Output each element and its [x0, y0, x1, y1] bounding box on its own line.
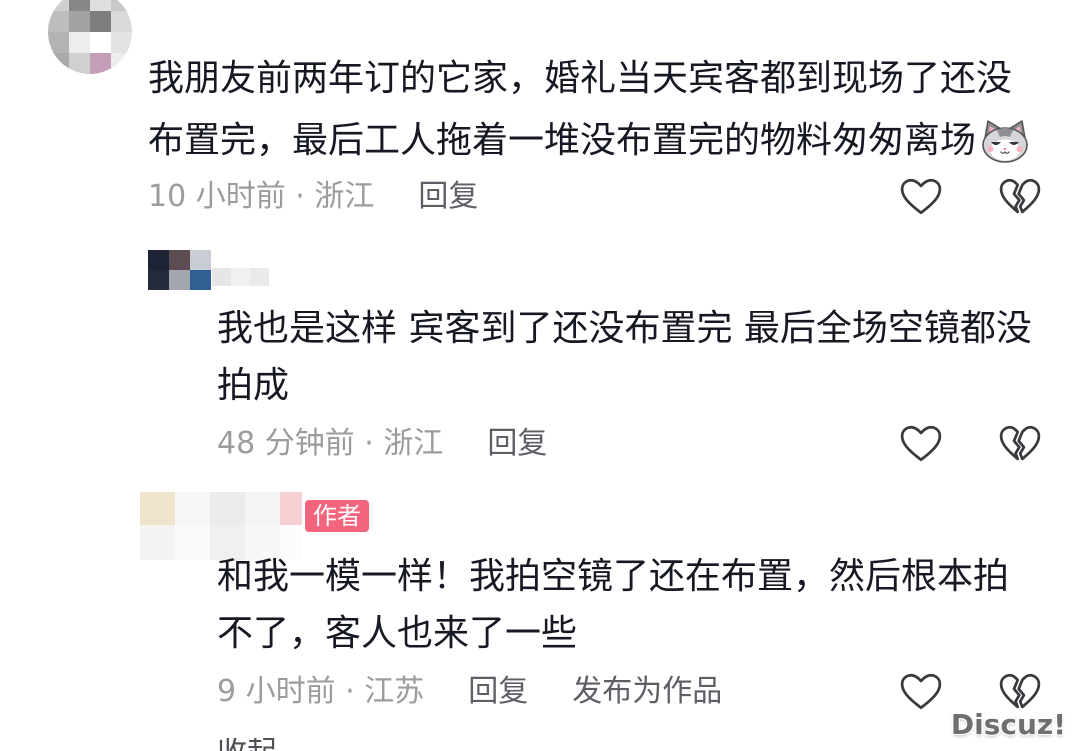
reply-text: 我也是这样 宾客到了还没布置完 最后全场空镜都没 [217, 308, 1032, 349]
mosaic-block [245, 525, 280, 560]
mosaic-block [48, 32, 69, 53]
broken-heart-right-half [1017, 425, 1041, 461]
mosaic-block [140, 492, 175, 525]
like-button[interactable] [900, 673, 942, 711]
mosaic-block [212, 268, 231, 286]
broken-heart-left-half [999, 425, 1021, 461]
mosaic-block [90, 53, 111, 74]
mosaic-block [190, 270, 211, 290]
cat-right-cheek [1016, 146, 1023, 152]
mosaic-block [69, 0, 90, 11]
cat-face-emoji-icon [980, 120, 1030, 163]
mosaic-block [190, 250, 211, 270]
mosaic-block [148, 270, 169, 290]
mosaic-block [231, 268, 250, 286]
heart-outline-icon [900, 178, 942, 215]
broken-heart-icon [999, 673, 1041, 709]
collapse-replies-button[interactable]: 收起 [217, 738, 277, 751]
heart-outline-path [900, 425, 942, 462]
mosaic-block [111, 0, 132, 11]
watermark: Discuz! [950, 708, 1066, 741]
mosaic-block [90, 32, 111, 53]
broken-heart-icon [999, 425, 1041, 461]
broken-heart-right-half [1017, 673, 1041, 709]
dislike-button[interactable] [999, 673, 1041, 711]
reply-text-line: 拍成 [217, 368, 289, 404]
mosaic-block [48, 53, 69, 74]
mosaic-block [69, 32, 90, 53]
mosaic-block [210, 525, 245, 560]
comment-text-line: 布置完，最后工人拖着一堆没布置完的物料匆匆离场 [148, 120, 1030, 163]
publish-as-work-button[interactable]: 发布为作品 [572, 674, 722, 710]
mosaic-block [90, 11, 111, 32]
broken-heart-left-half [999, 673, 1021, 709]
author-badge: 作者 [305, 500, 369, 532]
heart-outline-icon [900, 425, 942, 462]
reply-button[interactable]: 回复 [468, 674, 528, 710]
comment-text: 布置完，最后工人拖着一堆没布置完的物料匆匆离场 [148, 120, 977, 161]
mosaic-block [245, 492, 280, 525]
mosaic-block [111, 32, 132, 53]
mosaic-block [175, 525, 210, 560]
reply-meta-row: 48 分钟前 · 浙江 回复 [217, 426, 547, 462]
reply-meta: 48 分钟前 · 浙江 [217, 426, 444, 461]
mosaic-block [169, 250, 190, 270]
like-button[interactable] [900, 425, 942, 463]
author-avatar-and-name-blurred[interactable] [140, 492, 302, 560]
heart-outline-icon [900, 673, 942, 710]
comment-text: 我朋友前两年订的它家，婚礼当天宾客都到现场了还没 [148, 58, 1013, 99]
mosaic-block [111, 11, 132, 32]
mosaic-block [48, 0, 69, 11]
comment-meta-row: 10 小时前 · 浙江 回复 [148, 179, 478, 215]
mosaic-block [175, 492, 210, 525]
reply-avatar[interactable] [148, 250, 211, 290]
reply-button[interactable]: 回复 [487, 426, 547, 462]
reply-text-line: 我也是这样 宾客到了还没布置完 最后全场空镜都没 [217, 311, 1032, 347]
reply-text: 和我一模一样！我拍空镜了还在布置，然后根本拍 [217, 556, 1010, 597]
username-blurred[interactable] [212, 268, 269, 286]
mosaic-block [250, 268, 269, 286]
reply-text-line: 和我一模一样！我拍空镜了还在布置，然后根本拍 [217, 559, 1009, 595]
mosaic-block [69, 11, 90, 32]
mosaic-block [69, 53, 90, 74]
mosaic-block [90, 0, 111, 11]
mosaic-block [210, 492, 245, 525]
heart-outline-path [900, 178, 942, 215]
broken-heart-left-half [999, 178, 1021, 214]
broken-heart-icon [999, 178, 1041, 214]
reply-text: 不了，客人也来了一些 [217, 613, 578, 654]
mosaic-block [148, 250, 169, 270]
reply-text: 拍成 [217, 365, 290, 406]
like-button[interactable] [900, 178, 942, 216]
mosaic-block [111, 53, 132, 74]
heart-outline-path [900, 673, 942, 710]
reply-meta-row: 9 小时前 · 江苏 回复 发布为作品 [217, 674, 722, 710]
cat-face-emoji-svg [982, 120, 1028, 163]
mosaic-block [48, 11, 69, 32]
dislike-button[interactable] [999, 425, 1041, 463]
dislike-button[interactable] [999, 178, 1041, 216]
comment-text-line: 我朋友前两年订的它家，婚礼当天宾客都到现场了还没 [148, 61, 1012, 97]
reply-button[interactable]: 回复 [418, 179, 478, 215]
reply-meta: 9 小时前 · 江苏 [217, 674, 425, 709]
comment-meta: 10 小时前 · 浙江 [148, 179, 375, 214]
mosaic-block [169, 270, 190, 290]
mosaic-block [140, 525, 175, 560]
cat-left-cheek [987, 146, 994, 152]
commenter-avatar[interactable] [48, 0, 132, 74]
mosaic-block [280, 492, 302, 525]
mosaic-block [280, 525, 302, 560]
reply-text-line: 不了，客人也来了一些 [217, 616, 577, 652]
broken-heart-right-half [1017, 178, 1041, 214]
